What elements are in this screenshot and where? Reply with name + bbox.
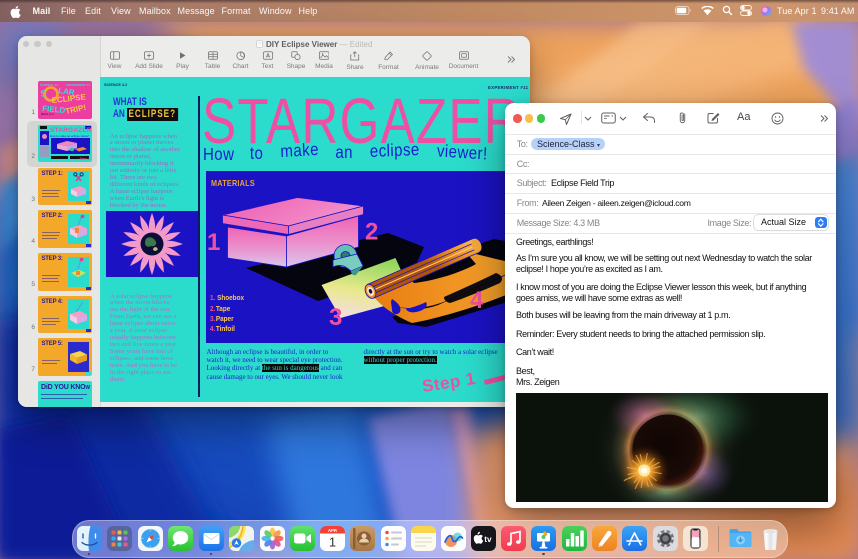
svg-text:4: 4 xyxy=(470,287,484,314)
svg-text:APR: APR xyxy=(328,527,337,532)
svg-text:Wed 1 p.m.: Wed 1 p.m. xyxy=(41,112,54,116)
svg-text:tv: tv xyxy=(484,535,492,544)
svg-text:2: 2 xyxy=(365,218,378,245)
svg-text:1: 1 xyxy=(207,229,220,256)
svg-text:3: 3 xyxy=(329,304,342,331)
svg-text:1: 1 xyxy=(329,534,336,549)
svg-text:TRIP!: TRIP! xyxy=(65,103,87,116)
